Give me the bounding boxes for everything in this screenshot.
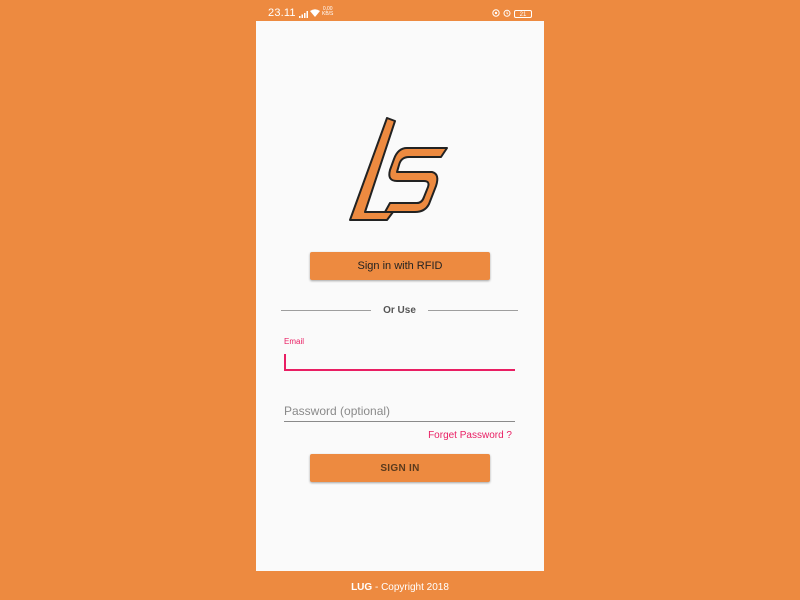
divider-right (428, 310, 518, 311)
signal-icon (299, 9, 308, 21)
location-icon (492, 8, 500, 20)
alarm-icon (503, 8, 511, 20)
footer: LUG - Copyright 2018 (0, 582, 800, 593)
wifi-icon (310, 8, 320, 20)
email-label: Email (284, 337, 305, 346)
sign-in-rfid-button[interactable]: Sign in with RFID (310, 252, 490, 280)
footer-copyright: - Copyright 2018 (372, 582, 449, 593)
forgot-password-link[interactable]: Forget Password ? (428, 430, 512, 441)
password-field[interactable] (284, 401, 515, 422)
email-field[interactable] (284, 351, 515, 371)
divider-left (281, 310, 371, 311)
text-cursor (284, 354, 286, 370)
login-screen: Sign in with RFID Or Use Email Forget Pa… (256, 21, 544, 571)
network-speed: 0,00 KB/S (322, 6, 334, 17)
footer-brand: LUG (351, 582, 373, 593)
app-logo (349, 117, 448, 221)
or-use-label: Or Use (383, 305, 416, 316)
status-bar: 23.11 0,00 KB/S 21 (256, 6, 544, 20)
status-time: 23.11 (268, 7, 296, 19)
status-right-icons: 21 (492, 8, 532, 20)
sign-in-button[interactable]: SIGN IN (310, 454, 490, 482)
battery-icon: 21 (514, 10, 532, 18)
